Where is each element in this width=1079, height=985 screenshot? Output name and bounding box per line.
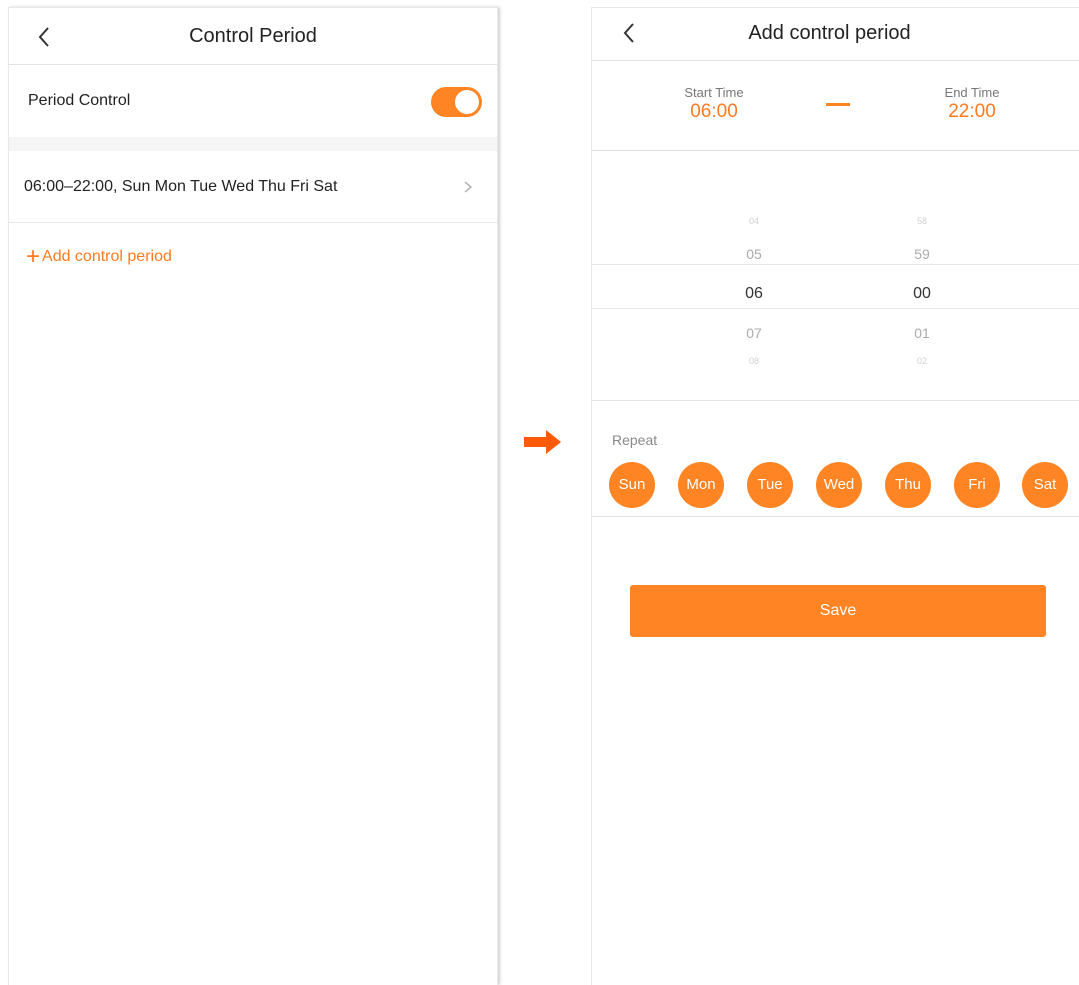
- add-control-period-screen: Add control period Start Time 06:00 End …: [591, 7, 1079, 985]
- picker-selection-line-bottom: [592, 308, 1079, 309]
- add-control-period-label: Add control period: [42, 248, 172, 265]
- day-toggle-mon[interactable]: Mon: [678, 462, 724, 508]
- end-time-selector[interactable]: End Time 22:00: [912, 85, 1032, 123]
- control-period-screen: Control Period Period Control 06:00–22:0…: [8, 7, 498, 985]
- page-title: Add control period: [748, 22, 911, 44]
- time-range-header: Start Time 06:00 End Time 22:00: [592, 61, 1079, 151]
- hour-option[interactable]: 04: [724, 216, 784, 226]
- period-entry-text: 06:00–22:00, Sun Mon Tue Wed Thu Fri Sat: [24, 178, 338, 195]
- arrow-right-icon: [524, 430, 561, 454]
- minute-option-selected[interactable]: 00: [892, 285, 952, 303]
- page-title: Control Period: [189, 25, 317, 47]
- day-toggle-fri[interactable]: Fri: [954, 462, 1000, 508]
- hour-option-selected[interactable]: 06: [724, 285, 784, 303]
- toggle-knob: [455, 90, 479, 114]
- day-toggle-wed[interactable]: Wed: [816, 462, 862, 508]
- add-control-period-link[interactable]: + Add control period: [26, 243, 172, 270]
- period-control-toggle[interactable]: [431, 87, 482, 117]
- period-control-row: Period Control: [9, 65, 497, 137]
- save-button[interactable]: Save: [630, 585, 1046, 637]
- section-divider: [9, 137, 497, 151]
- hour-option[interactable]: 05: [724, 246, 784, 262]
- minute-option[interactable]: 02: [892, 356, 952, 366]
- end-time-caption: End Time: [944, 85, 1000, 100]
- start-time-value: 06:00: [690, 101, 738, 122]
- end-time-value: 22:00: [948, 101, 996, 122]
- day-toggle-thu[interactable]: Thu: [885, 462, 931, 508]
- hour-option[interactable]: 07: [724, 325, 784, 341]
- start-time-selector[interactable]: Start Time 06:00: [654, 85, 774, 123]
- repeat-days: Sun Mon Tue Wed Thu Fri Sat: [609, 462, 1069, 508]
- minute-option[interactable]: 01: [892, 325, 952, 341]
- day-toggle-sun[interactable]: Sun: [609, 462, 655, 508]
- minute-option[interactable]: 58: [892, 216, 952, 226]
- section-divider: [592, 516, 1079, 517]
- chevron-right-icon: [464, 181, 473, 193]
- day-toggle-tue[interactable]: Tue: [747, 462, 793, 508]
- day-toggle-sat[interactable]: Sat: [1022, 462, 1068, 508]
- navigation-bar: Control Period: [9, 8, 497, 65]
- repeat-label: Repeat: [612, 432, 658, 448]
- time-picker[interactable]: 04 05 06 07 08 58 59 00 01 02: [592, 151, 1079, 401]
- range-separator: [826, 103, 850, 106]
- plus-icon: +: [26, 243, 41, 270]
- hour-option[interactable]: 08: [724, 356, 784, 366]
- navigation-bar: Add control period: [592, 8, 1079, 61]
- minute-option[interactable]: 59: [892, 246, 952, 262]
- period-control-label: Period Control: [28, 92, 131, 109]
- start-time-caption: Start Time: [684, 85, 744, 100]
- period-list-item[interactable]: 06:00–22:00, Sun Mon Tue Wed Thu Fri Sat: [9, 151, 497, 223]
- picker-selection-line-top: [592, 264, 1079, 265]
